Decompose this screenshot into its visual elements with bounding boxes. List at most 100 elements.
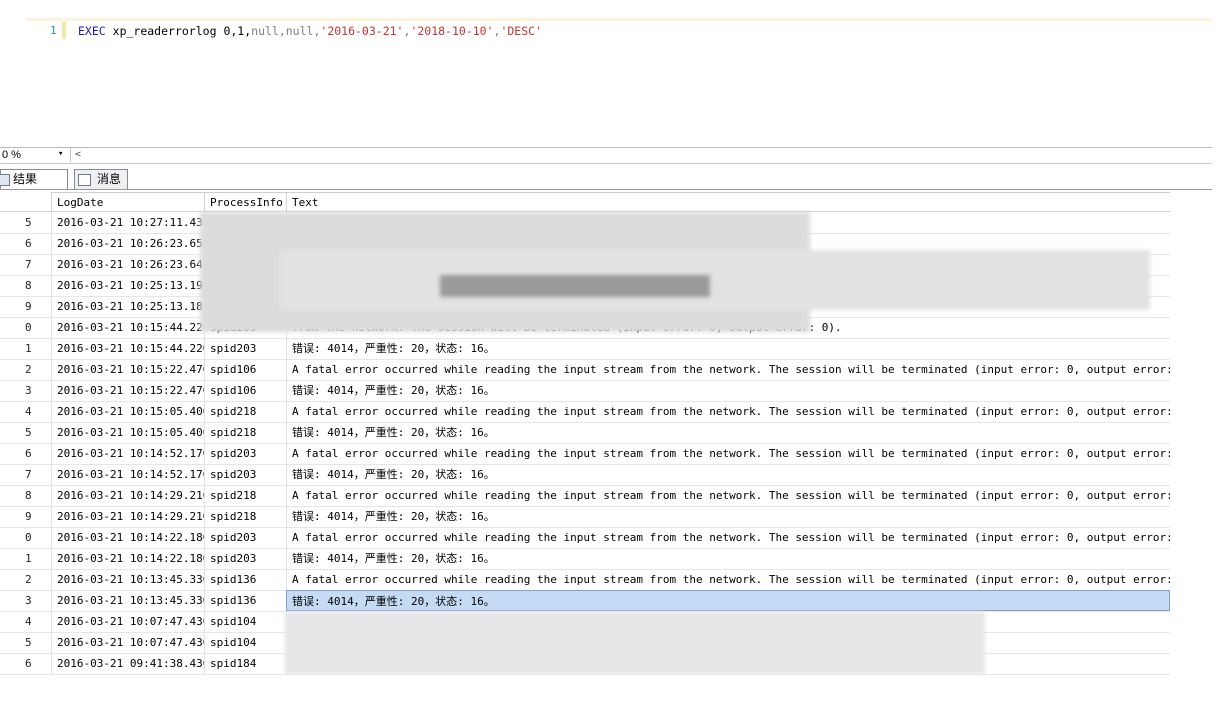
cell-logdate[interactable]: 2016-03-21 10:15:44.220 xyxy=(51,317,204,338)
tab-messages[interactable]: 消息 xyxy=(74,169,128,189)
cell-text[interactable]: 错误: 4014，严重性: 20，状态: 16。 xyxy=(286,338,1170,359)
cell-logdate[interactable]: 2016-03-21 10:07:47.430 xyxy=(51,632,204,653)
cell-logdate[interactable]: 2016-03-21 10:25:13.180 xyxy=(51,296,204,317)
row-number[interactable]: 6 xyxy=(25,657,45,670)
row-number[interactable]: 3 xyxy=(25,384,45,397)
cell-logdate[interactable]: 2016-03-21 10:26:23.640 xyxy=(51,254,204,275)
row-number[interactable]: 1 xyxy=(25,342,45,355)
code-line[interactable]: 1 EXEC xp_readerrorlog 0,1,null,null,'20… xyxy=(26,22,1212,40)
row-number[interactable]: 4 xyxy=(25,405,45,418)
cell-processinfo[interactable]: spid203 xyxy=(204,338,286,359)
cell-processinfo[interactable]: spid106 xyxy=(204,380,286,401)
row-number[interactable]: 8 xyxy=(25,489,45,502)
zoom-dropdown-icon[interactable]: ▾ xyxy=(58,149,63,159)
row-number[interactable]: 5 xyxy=(25,636,45,649)
args-null: null,null, xyxy=(251,24,321,38)
header-logdate[interactable]: LogDate xyxy=(51,192,204,211)
row-number[interactable]: 1 xyxy=(25,552,45,565)
cell-processinfo[interactable]: spid203 xyxy=(204,527,286,548)
cell-logdate[interactable]: 2016-03-21 10:07:47.430 xyxy=(51,611,204,632)
header-processinfo[interactable]: ProcessInfo xyxy=(204,192,286,211)
row-number[interactable]: 8 xyxy=(25,279,45,292)
cell-text[interactable]: A fatal error occurred while reading the… xyxy=(286,443,1170,464)
cell-logdate[interactable]: 2016-03-21 10:15:44.220 xyxy=(51,338,204,359)
cell-logdate[interactable]: 2016-03-21 10:14:29.210 xyxy=(51,506,204,527)
table-row[interactable]: 7 2016-03-21 10:14:52.170 spid203 错误: 4014，… xyxy=(0,464,1170,486)
cell-logdate[interactable]: 2016-03-21 10:25:13.190 xyxy=(51,275,204,296)
zoom-level[interactable]: 0 % xyxy=(2,149,21,161)
cell-processinfo[interactable]: spid203 xyxy=(204,464,286,485)
cell-logdate[interactable]: 2016-03-21 10:14:22.180 xyxy=(51,548,204,569)
row-number[interactable]: 5 xyxy=(25,216,45,229)
cell-logdate[interactable]: 2016-03-21 10:14:52.170 xyxy=(51,464,204,485)
cell-logdate[interactable]: 2016-03-21 10:13:45.330 xyxy=(51,590,204,611)
table-row[interactable]: 2 2016-03-21 10:13:45.330 spid136 A fatal e… xyxy=(0,569,1170,591)
table-row[interactable]: 3 2016-03-21 10:15:22.470 spid106 错误: 4014，… xyxy=(0,380,1170,402)
table-row[interactable]: 1 2016-03-21 10:15:44.220 spid203 错误: 4014，… xyxy=(0,338,1170,360)
cell-logdate[interactable]: 2016-03-21 10:13:45.330 xyxy=(51,569,204,590)
cell-processinfo[interactable]: spid203 xyxy=(204,548,286,569)
row-number[interactable]: 2 xyxy=(25,573,45,586)
header-text[interactable]: Text xyxy=(286,192,1170,211)
row-number[interactable]: 5 xyxy=(25,426,45,439)
table-row[interactable]: 8 2016-03-21 10:14:29.210 spid218 A fatal e… xyxy=(0,485,1170,507)
table-row[interactable]: 2 2016-03-21 10:15:22.470 spid106 A fatal e… xyxy=(0,359,1170,381)
cell-text[interactable]: A fatal error occurred while reading the… xyxy=(286,359,1170,380)
cell-processinfo[interactable]: spid218 xyxy=(204,485,286,506)
row-number[interactable]: 7 xyxy=(25,468,45,481)
cell-text[interactable]: 错误: 4014，严重性: 20，状态: 16。 xyxy=(286,506,1170,527)
sql-code[interactable]: EXEC xp_readerrorlog 0,1,null,null,'2016… xyxy=(78,24,542,38)
row-number[interactable]: 9 xyxy=(25,300,45,313)
arg-start-date: '2016-03-21' xyxy=(320,24,404,38)
table-row[interactable]: 5 2016-03-21 10:15:05.400 spid218 错误: 4014，… xyxy=(0,422,1170,444)
keyword-exec: EXEC xyxy=(78,24,106,38)
cell-text[interactable]: A fatal error occurred while reading the… xyxy=(286,485,1170,506)
cell-text[interactable]: 错误: 4014，严重性: 20，状态: 16。 xyxy=(286,422,1170,443)
cell-processinfo[interactable]: spid136 xyxy=(204,590,286,611)
cell-logdate[interactable]: 2016-03-21 09:41:38.430 xyxy=(51,653,204,674)
row-number[interactable]: 6 xyxy=(25,447,45,460)
cell-logdate[interactable]: 2016-03-21 10:15:22.470 xyxy=(51,359,204,380)
query-editor[interactable]: 1 EXEC xp_readerrorlog 0,1,null,null,'20… xyxy=(0,0,1220,148)
cell-logdate[interactable]: 2016-03-21 10:15:05.400 xyxy=(51,422,204,443)
table-row[interactable]: 3 2016-03-21 10:13:45.330 spid136 错误: 4014，… xyxy=(0,590,1170,612)
cell-text[interactable]: A fatal error occurred while reading the… xyxy=(286,527,1170,548)
cell-logdate[interactable]: 2016-03-21 10:26:23.650 xyxy=(51,233,204,254)
cell-processinfo[interactable]: spid184 xyxy=(204,653,286,674)
cell-logdate[interactable]: 2016-03-21 10:27:11.430 xyxy=(51,212,204,233)
table-row[interactable]: 9 2016-03-21 10:14:29.210 spid218 错误: 4014，… xyxy=(0,506,1170,528)
cell-text[interactable]: 错误: 4014，严重性: 20，状态: 16。 xyxy=(286,464,1170,485)
row-number[interactable]: 7 xyxy=(25,258,45,271)
row-number[interactable]: 9 xyxy=(25,510,45,523)
table-row[interactable]: 1 2016-03-21 10:14:22.180 spid203 错误: 4014，… xyxy=(0,548,1170,570)
row-number[interactable]: 0 xyxy=(25,321,45,334)
cell-text[interactable]: A fatal error occurred while reading the… xyxy=(286,401,1170,422)
tab-results[interactable]: 结果 xyxy=(0,169,68,189)
cell-processinfo[interactable]: spid218 xyxy=(204,506,286,527)
cell-logdate[interactable]: 2016-03-21 10:15:22.470 xyxy=(51,380,204,401)
cell-logdate[interactable]: 2016-03-21 10:14:52.170 xyxy=(51,443,204,464)
cell-text[interactable]: 错误: 4014，严重性: 20，状态: 16。 xyxy=(286,590,1170,611)
table-row[interactable]: 6 2016-03-21 10:14:52.170 spid203 A fatal e… xyxy=(0,443,1170,465)
cell-logdate[interactable]: 2016-03-21 10:15:05.400 xyxy=(51,401,204,422)
cell-processinfo[interactable]: spid203 xyxy=(204,443,286,464)
row-number[interactable]: 4 xyxy=(25,615,45,628)
cell-logdate[interactable]: 2016-03-21 10:14:29.210 xyxy=(51,485,204,506)
cell-text[interactable]: 错误: 4014，严重性: 20，状态: 16。 xyxy=(286,548,1170,569)
table-row[interactable]: 0 2016-03-21 10:14:22.180 spid203 A fatal e… xyxy=(0,527,1170,549)
cell-processinfo[interactable]: spid104 xyxy=(204,632,286,653)
scroll-left-button[interactable]: < xyxy=(70,148,85,162)
cell-logdate[interactable]: 2016-03-21 10:14:22.180 xyxy=(51,527,204,548)
table-row[interactable]: 4 2016-03-21 10:15:05.400 spid218 A fatal e… xyxy=(0,401,1170,423)
row-number[interactable]: 0 xyxy=(25,531,45,544)
row-number[interactable]: 3 xyxy=(25,594,45,607)
cell-text[interactable]: A fatal error occurred while reading the… xyxy=(286,569,1170,590)
cell-processinfo[interactable]: spid106 xyxy=(204,359,286,380)
cell-processinfo[interactable]: spid218 xyxy=(204,422,286,443)
cell-processinfo[interactable]: spid104 xyxy=(204,611,286,632)
cell-processinfo[interactable]: spid218 xyxy=(204,401,286,422)
row-number[interactable]: 2 xyxy=(25,363,45,376)
row-number[interactable]: 6 xyxy=(25,237,45,250)
cell-processinfo[interactable]: spid136 xyxy=(204,569,286,590)
cell-text[interactable]: 错误: 4014，严重性: 20，状态: 16。 xyxy=(286,380,1170,401)
